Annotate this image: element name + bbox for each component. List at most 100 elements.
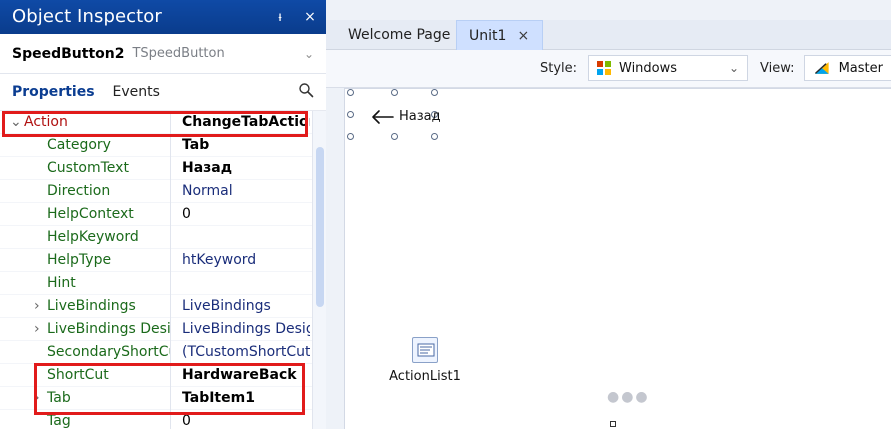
object-inspector-window-actions: ᵼ ×	[272, 6, 318, 28]
property-row[interactable]: HelpContext 0	[0, 203, 326, 226]
property-name: HelpType	[47, 252, 112, 268]
close-icon[interactable]: ×	[516, 28, 530, 44]
chevron-down-icon: ⌄	[728, 61, 739, 75]
column-divider	[170, 249, 171, 272]
property-value[interactable]: 0	[182, 203, 310, 226]
selection-handle[interactable]	[347, 111, 354, 118]
property-row[interactable]: ShortCut HardwareBack	[0, 364, 326, 387]
property-name: HelpContext	[47, 206, 134, 222]
property-row[interactable]: Tag 0	[0, 410, 326, 429]
property-value[interactable]: Назад	[182, 157, 310, 180]
property-value[interactable]: ChangeTabAction2	[182, 111, 310, 134]
property-name: Tag	[47, 413, 71, 429]
property-name: ShortCut	[47, 367, 109, 383]
properties-grid: ⌄ Action ChangeTabAction2 Category Tab C…	[0, 110, 326, 429]
master-view-icon	[814, 62, 829, 74]
chevron-down-icon: ⌄	[303, 46, 314, 61]
property-row[interactable]: SecondaryShortCu (TCustomShortCutL	[0, 341, 326, 364]
ellipsis-dots: ●●●	[607, 389, 650, 405]
property-name: Tab	[47, 390, 71, 406]
column-divider	[170, 410, 171, 429]
column-divider	[170, 387, 171, 410]
column-divider	[170, 295, 171, 318]
object-inspector-panel: Object Inspector ᵼ × SpeedButton2 TSpeed…	[0, 0, 326, 429]
property-row[interactable]: ⌄ Action ChangeTabAction2	[0, 111, 326, 134]
tab-events[interactable]: Events	[113, 84, 160, 100]
tab-unit1[interactable]: Unit1 ×	[456, 20, 544, 50]
property-name: Action	[24, 114, 68, 130]
ide-window: Object Inspector ᵼ × SpeedButton2 TSpeed…	[0, 0, 891, 429]
selection-handle[interactable]	[431, 89, 438, 96]
object-inspector-title: Object Inspector	[12, 6, 162, 27]
property-value[interactable]: LiveBindings Design	[182, 318, 310, 341]
property-name: LiveBindings Desi	[47, 321, 170, 337]
selected-component-name: SpeedButton2	[12, 45, 125, 62]
selected-component-type: TSpeedButton	[132, 46, 225, 61]
property-row[interactable]: Hint	[0, 272, 326, 295]
property-row[interactable]: CustomText Назад	[0, 157, 326, 180]
property-name: CustomText	[47, 160, 129, 176]
column-divider	[170, 180, 171, 203]
property-value[interactable]: Normal	[182, 180, 310, 203]
property-value[interactable]: HardwareBack	[182, 364, 310, 387]
column-divider	[170, 111, 171, 134]
tab-label: Welcome Page	[348, 27, 451, 43]
actionlist-glyph-icon	[417, 343, 435, 357]
actionlist-component[interactable]: ActionList1	[385, 337, 465, 397]
tab-label: Unit1	[469, 27, 507, 44]
column-divider	[170, 226, 171, 249]
selection-handle[interactable]	[391, 133, 398, 140]
speedbutton-text: Назад	[399, 109, 441, 124]
editor-tabs: Welcome Page Unit1 ×	[326, 20, 891, 50]
scrollbar-thumb[interactable]	[316, 147, 324, 307]
column-divider	[170, 272, 171, 295]
property-value[interactable]: LiveBindings	[182, 295, 310, 318]
property-value[interactable]: htKeyword	[182, 249, 310, 272]
property-name: LiveBindings	[47, 298, 136, 314]
actionlist-icon	[412, 337, 438, 363]
property-name: Category	[47, 137, 111, 153]
property-row[interactable]: HelpKeyword	[0, 226, 326, 249]
pin-icon[interactable]: ᵼ	[272, 6, 288, 28]
property-name: Hint	[47, 275, 76, 291]
form-design-surface[interactable]: Назад ActionList1 ●●●	[344, 88, 891, 429]
property-row[interactable]: › LiveBindings LiveBindings	[0, 295, 326, 318]
close-icon[interactable]: ×	[302, 6, 318, 28]
designer-toolbar: Style: Windows ⌄ View: Master	[326, 50, 891, 88]
design-marker	[610, 421, 616, 427]
selection-handle[interactable]	[431, 133, 438, 140]
property-row[interactable]: HelpType htKeyword	[0, 249, 326, 272]
view-dropdown[interactable]: Master	[804, 55, 891, 81]
property-row[interactable]: › LiveBindings Desi LiveBindings Design	[0, 318, 326, 341]
speedbutton-control[interactable]: Назад	[345, 89, 465, 159]
property-name: SecondaryShortCu	[47, 344, 170, 360]
windows-logo-icon	[597, 61, 611, 75]
column-divider	[170, 364, 171, 387]
property-name: Direction	[47, 183, 111, 199]
object-inspector-header: Object Inspector ᵼ ×	[0, 0, 326, 34]
column-divider	[170, 318, 171, 341]
view-label: View:	[760, 61, 795, 76]
property-value[interactable]: (TCustomShortCutL	[182, 341, 310, 364]
style-dropdown-value: Windows	[619, 60, 678, 76]
tab-properties[interactable]: Properties	[12, 84, 95, 100]
property-row[interactable]: Direction Normal	[0, 180, 326, 203]
tab-welcome-page[interactable]: Welcome Page	[336, 20, 462, 50]
selection-handle[interactable]	[347, 89, 354, 96]
search-icon[interactable]	[298, 82, 314, 98]
back-arrow-icon	[372, 110, 394, 124]
property-value[interactable]: Tab	[182, 134, 310, 157]
component-selector[interactable]: SpeedButton2 TSpeedButton ⌄	[0, 34, 326, 74]
property-value[interactable]: TabItem1	[182, 387, 310, 410]
selection-handle[interactable]	[347, 133, 354, 140]
designer-area: Welcome Page Unit1 × Style: Windows ⌄ Vi…	[326, 0, 891, 429]
property-row[interactable]: › Tab TabItem1	[0, 387, 326, 410]
selection-handle[interactable]	[391, 89, 398, 96]
actionlist-label: ActionList1	[389, 369, 461, 384]
properties-scrollbar[interactable]	[312, 111, 326, 429]
property-value[interactable]: 0	[182, 410, 310, 429]
column-divider	[170, 157, 171, 180]
column-divider	[170, 134, 171, 157]
style-dropdown[interactable]: Windows ⌄	[588, 55, 748, 81]
property-row[interactable]: Category Tab	[0, 134, 326, 157]
